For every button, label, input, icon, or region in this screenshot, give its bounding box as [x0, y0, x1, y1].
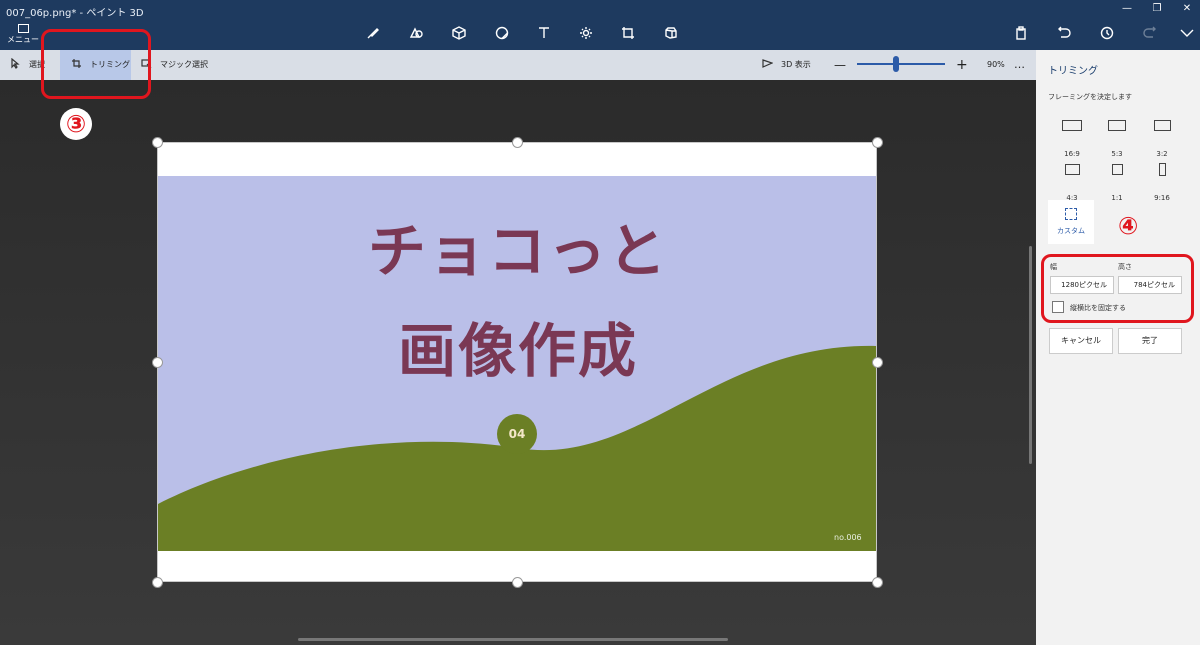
redo-icon[interactable]: [1139, 26, 1161, 46]
3d-library-icon[interactable]: [660, 26, 682, 46]
ratio-label: 3:2: [1156, 150, 1168, 158]
title-bar: 007_06p.png* - ペイント 3D メニュー — ❐ ✕: [0, 0, 1200, 50]
maximize-icon[interactable]: ❐: [1148, 2, 1166, 16]
crop-handle-bottom[interactable]: [512, 577, 523, 588]
ratio-shape: [1062, 120, 1082, 131]
3d-shapes-icon[interactable]: [448, 26, 470, 46]
effects-icon[interactable]: [575, 26, 597, 46]
zoom-level: 90%: [987, 60, 1005, 69]
annotation-box-step4: [1041, 254, 1194, 323]
expand-icon[interactable]: [1176, 26, 1198, 46]
ratio-1-1-button[interactable]: 1:1: [1095, 160, 1139, 202]
window-title: 007_06p.png* - ペイント 3D: [6, 8, 144, 19]
close-icon[interactable]: ✕: [1178, 2, 1196, 16]
zoom-out-button[interactable]: —: [834, 50, 846, 80]
ratio-shape: [1158, 163, 1166, 176]
ratio-label: 5:3: [1111, 150, 1123, 158]
crop-handle-top-left[interactable]: [152, 137, 163, 148]
ratio-9-16-button[interactable]: 9:16: [1140, 160, 1184, 202]
ratio-5-3-button[interactable]: 5:3: [1095, 116, 1139, 158]
ratio-4-3-button[interactable]: 4:3: [1050, 160, 1094, 202]
view-3d-toggle[interactable]: 3D 表示: [762, 50, 811, 80]
magic-select-tool[interactable]: マジック選択: [141, 50, 208, 80]
zoom-slider-track[interactable]: [857, 63, 945, 65]
image-canvas[interactable]: チョコっと 画像作成 04 no.006: [157, 142, 877, 582]
crop-handle-top-right[interactable]: [872, 137, 883, 148]
zoom-slider-thumb[interactable]: [893, 56, 899, 72]
number-badge: 04: [497, 414, 537, 454]
ratio-shape: [1153, 120, 1171, 131]
menu-label: メニュー: [7, 35, 39, 44]
ratio-3-2-button[interactable]: 3:2: [1140, 116, 1184, 158]
more-options-button[interactable]: …: [1014, 50, 1025, 80]
horizontal-scrollbar[interactable]: [298, 638, 728, 641]
crop-handle-bottom-left[interactable]: [152, 577, 163, 588]
minimize-icon[interactable]: —: [1118, 2, 1136, 16]
ratio-label: 9:16: [1154, 194, 1170, 202]
folder-icon: [17, 24, 29, 33]
cancel-button[interactable]: キャンセル: [1049, 328, 1113, 354]
history-icon[interactable]: [1096, 26, 1118, 46]
panel-description: フレーミングを決定します: [1048, 93, 1132, 101]
image-art: チョコっと 画像作成 04 no.006: [158, 176, 876, 551]
cursor-icon: [11, 57, 20, 69]
select-tool[interactable]: 選択: [10, 50, 45, 80]
zoom-in-button[interactable]: +: [956, 50, 968, 80]
crop-handle-right[interactable]: [872, 357, 883, 368]
image-footer: no.006: [834, 533, 862, 542]
sticker-icon[interactable]: [491, 26, 513, 46]
ratio-label: 1:1: [1111, 194, 1123, 202]
2d-shapes-icon[interactable]: [405, 26, 427, 46]
crop-handle-top[interactable]: [512, 137, 523, 148]
done-button[interactable]: 完了: [1118, 328, 1182, 354]
ratio-label: 16:9: [1064, 150, 1080, 158]
panel-title: トリミング: [1048, 66, 1098, 77]
annotation-step4: ④: [1118, 212, 1139, 240]
annotation-box-step3: [41, 29, 151, 99]
custom-crop-icon: [1065, 208, 1077, 220]
crop-handle-left[interactable]: [152, 357, 163, 368]
annotation-step3: ③: [60, 108, 92, 140]
brush-icon[interactable]: [362, 26, 384, 46]
menu-button[interactable]: メニュー: [6, 22, 40, 48]
view-3d-icon: [762, 59, 774, 68]
image-title-line1: チョコっと: [367, 217, 668, 285]
crop-handle-bottom-right[interactable]: [872, 577, 883, 588]
text-icon[interactable]: [533, 26, 555, 46]
crop-panel: トリミング フレーミングを決定します 16:9 5:3 3:2 4:3 1:1 …: [1036, 50, 1200, 645]
ratio-shape: [1108, 120, 1126, 131]
canvas-icon[interactable]: [617, 26, 639, 46]
sub-toolbar: 選択 トリミング マジック選択 3D 表示 — + 90% …: [0, 50, 1036, 80]
paste-icon[interactable]: [1010, 26, 1032, 46]
ratio-shape: [1064, 164, 1080, 175]
view-3d-label: 3D 表示: [781, 60, 811, 69]
ratio-16-9-button[interactable]: 16:9: [1050, 116, 1094, 158]
magic-select-label: マジック選択: [160, 60, 208, 69]
custom-ratio-button[interactable]: カスタム: [1048, 200, 1094, 244]
image-title-line2: 画像作成: [397, 317, 638, 385]
ratio-shape: [1111, 164, 1123, 175]
vertical-scrollbar[interactable]: [1029, 246, 1032, 464]
custom-label: カスタム: [1057, 227, 1085, 235]
undo-icon[interactable]: [1053, 26, 1075, 46]
